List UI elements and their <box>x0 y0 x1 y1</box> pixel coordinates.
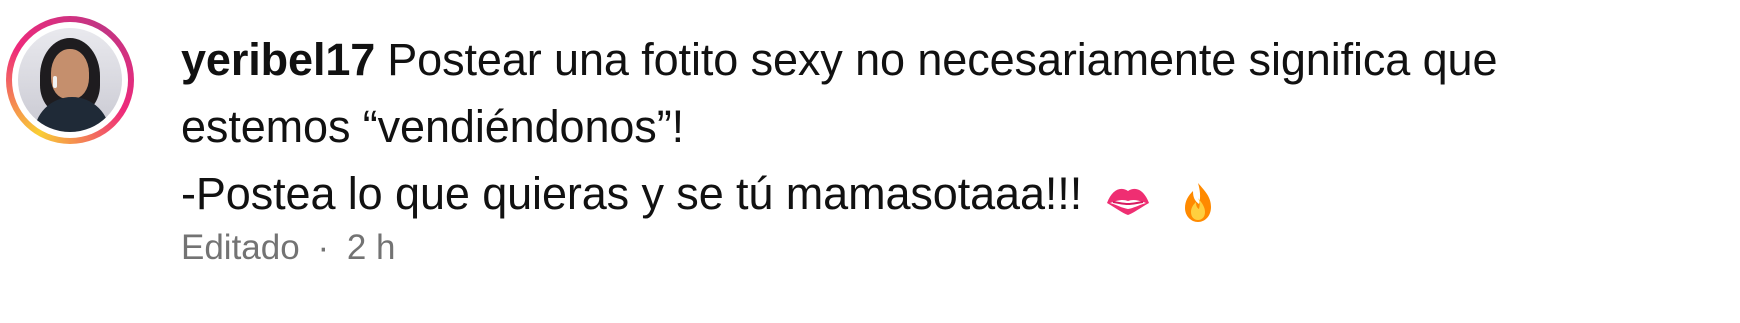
comment-text: yeribel17 Postear una fotito sexy no nece… <box>181 26 1681 227</box>
edited-label: Editado <box>181 228 300 267</box>
avatar-face <box>51 49 89 99</box>
comment: yeribel17 Postear una fotito sexy no nece… <box>0 0 1740 323</box>
avatar-earring <box>53 76 57 88</box>
comment-line-3: -Postea lo que quieras y se tú mamasotaa… <box>181 160 1681 227</box>
comment-meta: Editado · 2 h <box>181 226 396 270</box>
profile-photo <box>18 28 122 132</box>
comment-line-2: estemos “vendiéndonos”! <box>181 101 684 152</box>
fire-icon <box>1173 175 1223 223</box>
comment-content: yeribel17 Postear una fotito sexy no nece… <box>181 26 1681 227</box>
comment-line-1: yeribel17 Postear una fotito sexy no nece… <box>181 26 1681 93</box>
kiss-mark-icon <box>1103 175 1153 219</box>
username-link[interactable]: yeribel17 <box>181 34 375 85</box>
comment-line-3-text: -Postea lo que quieras y se tú mamasotaa… <box>181 168 1083 219</box>
meta-separator: · <box>317 228 330 267</box>
time-ago[interactable]: 2 h <box>347 228 396 267</box>
comment-line-1-text: Postear una fotito sexy no necesariament… <box>387 34 1498 85</box>
avatar[interactable] <box>6 16 134 144</box>
